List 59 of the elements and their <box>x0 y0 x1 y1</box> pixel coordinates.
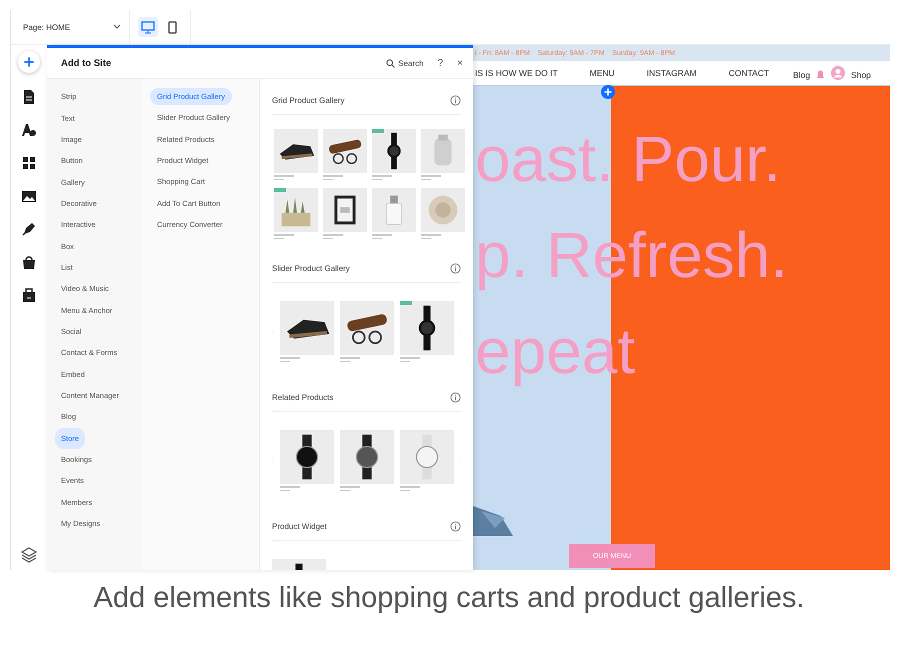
product-name-line <box>323 234 343 236</box>
nav-link[interactable]: IS IS HOW WE DO IT <box>475 68 558 78</box>
nav-link[interactable]: Blog <box>793 70 810 80</box>
product-price-line <box>274 178 284 180</box>
product-price-line <box>340 360 350 362</box>
section-title: Slider Product Gallery <box>272 264 350 272</box>
product-price-line <box>274 238 284 239</box>
apps-icon[interactable] <box>20 154 38 172</box>
info-icon[interactable] <box>450 94 461 106</box>
product-name-line <box>421 175 441 176</box>
product-name-line <box>421 234 441 236</box>
pen-icon[interactable] <box>20 220 38 238</box>
help-button[interactable]: ? <box>438 58 444 68</box>
business-icon[interactable] <box>20 286 38 304</box>
product-name-line <box>274 175 294 176</box>
add-section-icon[interactable] <box>601 85 615 99</box>
product-name-line <box>340 357 360 358</box>
product-price-line <box>372 178 382 180</box>
info-icon[interactable] <box>450 262 461 274</box>
section-title: Product Widget <box>272 522 327 530</box>
product-price-line <box>421 178 431 180</box>
chevron-down-icon <box>113 24 121 30</box>
product-price-line <box>421 238 431 239</box>
layers-icon[interactable] <box>20 546 38 564</box>
product-price-line <box>280 490 290 491</box>
product-price-line <box>400 490 410 491</box>
nav-link[interactable]: CONTACT <box>728 68 770 78</box>
product-name-line <box>400 486 420 488</box>
close-button[interactable]: × <box>457 58 463 68</box>
search-button[interactable]: Search <box>386 58 424 68</box>
hero-heading: oast. Pour. <box>475 124 782 194</box>
design-icon[interactable] <box>20 121 38 139</box>
product-name-line <box>340 486 360 488</box>
product-price-line <box>400 360 410 362</box>
product-price-line <box>340 490 350 491</box>
product-price-line <box>280 360 290 362</box>
add-icon[interactable] <box>18 51 40 73</box>
product-price-line <box>372 238 382 239</box>
product-price-line <box>323 238 333 239</box>
nav-link[interactable]: MENU <box>590 68 615 78</box>
product-name-line <box>400 357 420 358</box>
product-name-line <box>372 175 392 176</box>
page-select[interactable]: Page: HOME <box>11 10 129 44</box>
nav-link[interactable]: INSTAGRAM <box>646 68 697 78</box>
product-name-line <box>280 486 300 488</box>
section-title: Related Products <box>272 392 334 402</box>
product-price-line <box>323 178 333 180</box>
product-name-line <box>372 234 392 236</box>
desktop-icon[interactable] <box>138 17 158 37</box>
search-icon <box>386 58 396 68</box>
info-icon[interactable] <box>450 392 461 402</box>
product-name-line <box>274 234 294 236</box>
product-name-line <box>323 175 343 176</box>
panel-title: Add to Site <box>61 58 112 68</box>
nav-link[interactable]: Shop <box>851 70 871 80</box>
product-name-line <box>280 357 300 358</box>
caption: Add elements like shopping carts and product galleries. <box>92 581 806 615</box>
section-title: Grid Product Gallery <box>272 96 344 104</box>
info-icon[interactable] <box>450 520 461 532</box>
